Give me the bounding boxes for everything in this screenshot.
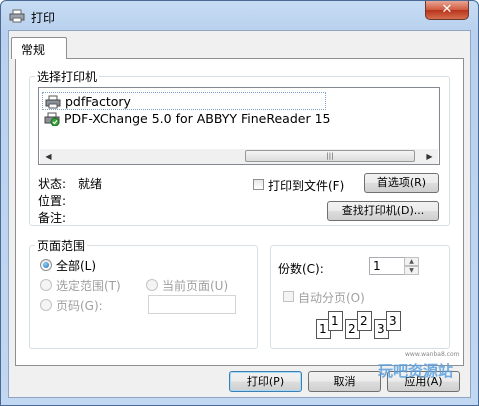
print-to-file-checkbox[interactable]: [253, 179, 264, 190]
collate-checkbox[interactable]: [283, 291, 294, 302]
scroll-left-icon[interactable]: ◀: [40, 149, 57, 164]
page-range-all-radio[interactable]: [40, 259, 52, 271]
page-range-group-label: 页面范围: [35, 237, 88, 254]
printer-item-pdf-xchange[interactable]: PDF-XChange 5.0 for ABBYY FineReader 15: [42, 110, 331, 128]
page-range-selection-radio[interactable]: [40, 279, 52, 291]
print-to-file-label: 打印到文件(F): [268, 179, 345, 193]
page-range-selection-label: 选定范围(T): [56, 279, 121, 293]
watermark-url: www.wanba8.com: [405, 351, 460, 358]
cancel-button[interactable]: 取消: [308, 371, 381, 392]
scroll-thumb[interactable]: |||: [245, 150, 415, 162]
printer-icon: [9, 9, 25, 23]
select-printer-group-label: 选择打印机: [35, 68, 100, 85]
page-range-input[interactable]: [148, 295, 236, 314]
page-range-current-radio[interactable]: [146, 279, 158, 291]
find-printer-button[interactable]: 查找打印机(D)...: [327, 201, 439, 221]
copies-value: 1: [373, 259, 381, 273]
copies-label: 份数(C):: [278, 262, 324, 276]
page-range-current-label: 当前页面(U): [162, 279, 229, 293]
scroll-right-icon[interactable]: ▶: [421, 149, 438, 164]
spin-up-icon[interactable]: ▲: [404, 257, 419, 266]
tab-general[interactable]: 常规: [11, 37, 67, 59]
status-label: 状态:: [38, 177, 67, 191]
printer-list[interactable]: pdfFactory PDF-XChange 5.0 for ABBYY Fin…: [38, 87, 440, 165]
copies-stepper[interactable]: ▲ ▼: [404, 257, 419, 275]
title-bar[interactable]: 打印: [1, 1, 478, 31]
collate-page-icon: 1: [328, 311, 343, 331]
printer-icon: [45, 95, 61, 109]
watermark-logo: 玩吧资源站: [378, 362, 454, 380]
preferences-button[interactable]: 首选项(R): [364, 173, 439, 193]
default-printer-icon: [44, 112, 60, 126]
window-title: 打印: [31, 11, 56, 25]
horizontal-scrollbar[interactable]: ◀ ||| ▶: [40, 149, 438, 164]
status-value: 就绪: [78, 177, 103, 191]
tab-label: 常规: [21, 43, 46, 57]
spin-down-icon[interactable]: ▼: [404, 266, 419, 275]
close-button[interactable]: ✕: [425, 1, 469, 20]
print-button[interactable]: 打印(P): [229, 371, 302, 392]
page-range-pages-radio[interactable]: [40, 299, 52, 311]
comment-label: 备注:: [38, 211, 67, 225]
page-range-pages-label: 页码(G):: [56, 299, 103, 313]
collate-label: 自动分页(O): [298, 291, 365, 305]
printer-name: pdfFactory: [65, 94, 131, 109]
page-range-all-label: 全部(L): [56, 259, 97, 273]
location-label: 位置:: [38, 194, 67, 208]
printer-name: PDF-XChange 5.0 for ABBYY FineReader 15: [64, 111, 331, 126]
collate-page-icon: 3: [386, 311, 401, 331]
close-icon: ✕: [441, 2, 453, 17]
collate-page-icon: 2: [357, 311, 372, 331]
printer-item-pdffactory[interactable]: pdfFactory: [42, 92, 326, 110]
